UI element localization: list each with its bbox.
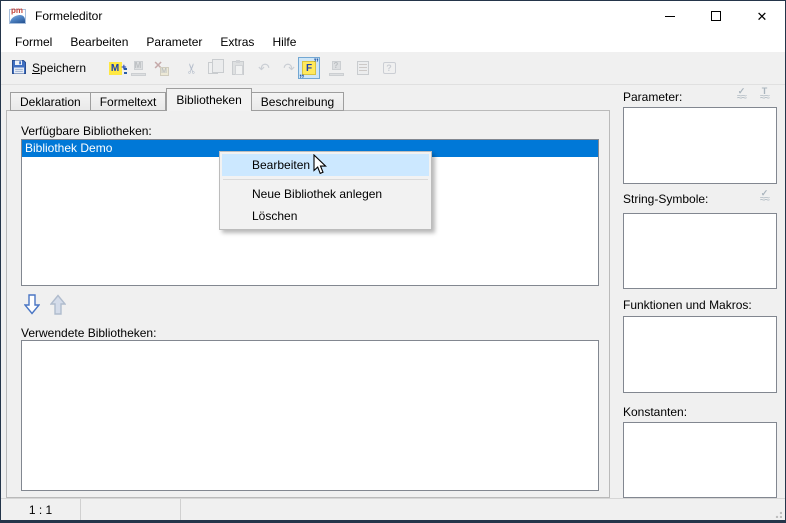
close-button[interactable]: ✕	[739, 1, 785, 31]
undo-icon: ↶	[258, 61, 270, 75]
move-up-button[interactable]	[50, 294, 67, 316]
maximize-icon	[711, 11, 721, 21]
insert-formula-button[interactable]: M	[127, 57, 149, 79]
help-button[interactable]: ?	[378, 57, 400, 79]
minimize-button[interactable]	[647, 1, 693, 31]
resize-grip[interactable]	[773, 509, 782, 518]
menu-bar: Formel Bearbeiten Parameter Extras Hilfe	[1, 31, 785, 52]
redo-button[interactable]: ↷	[278, 57, 300, 79]
formula-symbols-button[interactable]: F”„	[298, 57, 320, 79]
app-icon[interactable]: pm	[9, 9, 26, 24]
functions-macros-label: Funktionen und Makros:	[623, 298, 752, 312]
m-delete-icon: ✕M	[154, 61, 169, 76]
undo-button[interactable]: ↶	[253, 57, 275, 79]
status-section-3	[181, 499, 785, 521]
title-bar[interactable]: pm Formeleditor ✕	[1, 1, 785, 31]
status-section-2	[81, 499, 181, 521]
minimize-icon	[665, 16, 675, 17]
used-libraries-list[interactable]	[21, 340, 599, 491]
parameter-list[interactable]	[623, 107, 777, 184]
paste-button[interactable]	[227, 57, 249, 79]
zoom-ratio: 1 : 1	[29, 503, 52, 517]
status-bar: 1 : 1	[1, 498, 785, 521]
tab-deklaration[interactable]: Deklaration	[10, 92, 91, 111]
context-menu-separator	[223, 179, 428, 180]
copy-button[interactable]	[204, 57, 226, 79]
tab-formeltext[interactable]: Formeltext	[91, 92, 167, 111]
m-stamp-icon: M	[131, 61, 146, 76]
close-icon: ✕	[757, 10, 768, 23]
menu-extras[interactable]: Extras	[211, 32, 263, 52]
mouse-cursor-icon	[313, 154, 328, 179]
formeleditor-window: pm Formeleditor ✕ Formel Bearbeiten Para…	[0, 0, 786, 523]
context-menu-loeschen[interactable]: Löschen	[222, 205, 429, 227]
app-icon-text: pm	[11, 6, 23, 15]
floppy-icon	[11, 59, 27, 78]
tab-bibliotheken[interactable]: Bibliotheken	[166, 88, 251, 111]
question-bubble-icon: ?	[383, 62, 396, 74]
scissors-icon: ✂	[183, 62, 200, 74]
new-formula-button[interactable]: M+	[104, 57, 126, 79]
insert-help-button[interactable]: ?	[325, 57, 347, 79]
functions-macros-list[interactable]	[623, 316, 777, 393]
maximize-button[interactable]	[693, 1, 739, 31]
assign-check-icon[interactable]: ✓ ≈≈	[732, 87, 751, 104]
menu-parameter[interactable]: Parameter	[137, 32, 211, 52]
move-down-button[interactable]	[24, 294, 41, 316]
copy-icon	[208, 62, 218, 74]
tab-beschreibung[interactable]: Beschreibung	[252, 92, 344, 111]
available-libraries-label: Verfügbare Bibliotheken:	[21, 124, 152, 138]
menu-formel[interactable]: Formel	[6, 32, 61, 52]
window-title: Formeleditor	[35, 9, 102, 23]
f-quote-icon: F”„	[302, 61, 316, 75]
save-button-label: Speichern	[32, 61, 86, 75]
arrow-up-icon	[50, 294, 66, 315]
string-symbols-label: String-Symbole:	[623, 192, 708, 206]
parameter-label: Parameter:	[623, 90, 682, 104]
status-zoom-section: 1 : 1	[1, 499, 81, 521]
assign-text-icon[interactable]: T ≈≈	[755, 87, 774, 104]
menu-bearbeiten[interactable]: Bearbeiten	[61, 32, 137, 52]
string-symbols-list[interactable]	[623, 213, 777, 289]
assign-check-icon[interactable]: ✓ ≈≈	[755, 189, 774, 206]
used-libraries-label: Verwendete Bibliotheken:	[21, 326, 156, 340]
delete-formula-button[interactable]: ✕M	[150, 57, 172, 79]
tab-strip: Deklaration Formeltext Bibliotheken Besc…	[10, 88, 344, 111]
question-stamp-icon: ?	[329, 61, 344, 76]
app-icon-wave	[10, 15, 25, 23]
redo-icon: ↷	[283, 61, 295, 75]
paste-icon	[232, 61, 244, 75]
constants-list[interactable]	[623, 422, 777, 498]
save-button[interactable]: Speichern	[9, 57, 88, 79]
menu-hilfe[interactable]: Hilfe	[263, 32, 305, 52]
cut-button[interactable]: ✂	[181, 57, 203, 79]
formula-notes-button[interactable]	[352, 57, 374, 79]
context-menu-neue-bibliothek[interactable]: Neue Bibliothek anlegen	[222, 183, 429, 205]
m-plus-icon: M+	[109, 62, 122, 75]
constants-label: Konstanten:	[623, 405, 687, 419]
notes-icon	[357, 61, 369, 75]
arrow-down-icon	[24, 294, 40, 315]
